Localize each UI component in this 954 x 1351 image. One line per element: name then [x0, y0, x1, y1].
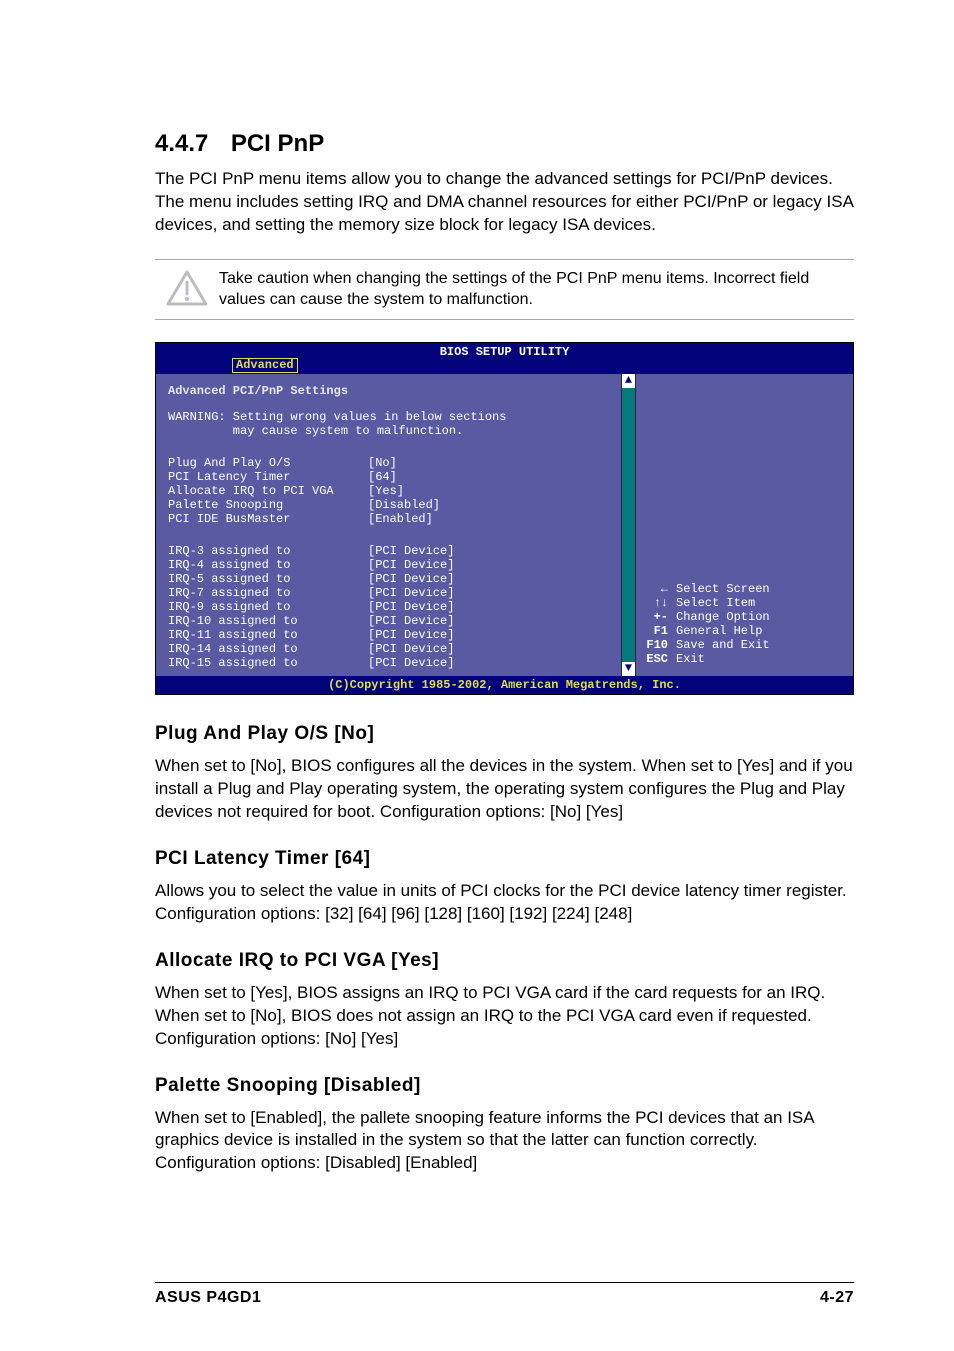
bios-warning-line1: WARNING: Setting wrong values in below s… [168, 410, 609, 424]
bios-setting-row[interactable]: IRQ-10 assigned to[PCI Device] [168, 614, 609, 628]
bios-setting-label: PCI IDE BusMaster [168, 512, 368, 526]
bios-setting-label: IRQ-4 assigned to [168, 558, 368, 572]
subsection-heading: PCI Latency Timer [64] [155, 848, 854, 870]
bios-setting-label: Plug And Play O/S [168, 456, 368, 470]
subsection-heading: Plug And Play O/S [No] [155, 723, 854, 745]
bios-help-row: F1General Help [642, 624, 847, 638]
bios-help-key: ← [642, 582, 676, 596]
bios-help-key: ESC [642, 652, 676, 666]
scroll-up-icon[interactable]: ▲ [622, 374, 635, 388]
bios-help-text: Select Screen [676, 582, 770, 596]
section-number: 4.4.7 [155, 130, 208, 158]
intro-paragraph: The PCI PnP menu items allow you to chan… [155, 168, 854, 237]
bios-setting-value[interactable]: [PCI Device] [368, 656, 454, 670]
section-title: PCI PnP [231, 130, 324, 158]
bios-help-row: F10Save and Exit [642, 638, 847, 652]
bios-setting-row[interactable]: IRQ-5 assigned to[PCI Device] [168, 572, 609, 586]
bios-setting-row[interactable]: IRQ-14 assigned to[PCI Device] [168, 642, 609, 656]
subsection-body: Allows you to select the value in units … [155, 880, 854, 926]
bios-help-key: ↑↓ [642, 596, 676, 610]
bios-setting-row[interactable]: IRQ-3 assigned to[PCI Device] [168, 544, 609, 558]
bios-help-text: Select Item [676, 596, 755, 610]
subsection-body: When set to [Yes], BIOS assigns an IRQ t… [155, 982, 854, 1051]
bios-setting-label: IRQ-5 assigned to [168, 572, 368, 586]
bios-help-key: F1 [642, 624, 676, 638]
bios-setting-value[interactable]: [64] [368, 470, 397, 484]
bios-scrollbar[interactable]: ▲ ▼ [621, 374, 635, 676]
bios-help-row: +-Change Option [642, 610, 847, 624]
bios-setting-value[interactable]: [PCI Device] [368, 600, 454, 614]
bios-setting-value[interactable]: [Disabled] [368, 498, 440, 512]
bios-setting-label: IRQ-14 assigned to [168, 642, 368, 656]
bios-setting-row[interactable]: PCI IDE BusMaster[Enabled] [168, 512, 609, 526]
bios-footer: (C)Copyright 1985-2002, American Megatre… [156, 676, 853, 694]
bios-setting-value[interactable]: [PCI Device] [368, 558, 454, 572]
bios-setting-value[interactable]: [PCI Device] [368, 628, 454, 642]
bios-help-text: Change Option [676, 610, 770, 624]
bios-setting-label: IRQ-7 assigned to [168, 586, 368, 600]
bios-setting-value[interactable]: [PCI Device] [368, 642, 454, 656]
bios-panel-heading: Advanced PCI/PnP Settings [168, 384, 609, 398]
bios-help-row: ESCExit [642, 652, 847, 666]
caution-text: Take caution when changing the settings … [219, 268, 854, 311]
scroll-thumb[interactable] [622, 388, 635, 662]
bios-setting-value[interactable]: [PCI Device] [368, 544, 454, 558]
bios-tab: Advanced [232, 358, 298, 373]
bios-setting-row[interactable]: Allocate IRQ to PCI VGA[Yes] [168, 484, 609, 498]
bios-help-row: ←Select Screen [642, 582, 847, 596]
bios-help-key: +- [642, 610, 676, 624]
warning-icon [155, 270, 219, 308]
bios-header: BIOS SETUP UTILITY Advanced [156, 343, 853, 374]
bios-setting-label: IRQ-11 assigned to [168, 628, 368, 642]
subsection-heading: Palette Snooping [Disabled] [155, 1075, 854, 1097]
bios-help-text: Save and Exit [676, 638, 770, 652]
bios-setting-value[interactable]: [PCI Device] [368, 572, 454, 586]
scroll-down-icon[interactable]: ▼ [622, 662, 635, 676]
bios-help-panel: ←Select Screen↑↓Select Item+-Change Opti… [635, 374, 853, 676]
bios-help-row: ↑↓Select Item [642, 596, 847, 610]
footer-left: ASUS P4GD1 [155, 1289, 261, 1307]
bios-setting-label: PCI Latency Timer [168, 470, 368, 484]
bios-setting-value[interactable]: [PCI Device] [368, 614, 454, 628]
bios-settings-block-2: IRQ-3 assigned to[PCI Device]IRQ-4 assig… [168, 544, 609, 670]
bios-setting-label: Palette Snooping [168, 498, 368, 512]
section-header: 4.4.7 PCI PnP [155, 130, 854, 158]
bios-setting-row[interactable]: Plug And Play O/S[No] [168, 456, 609, 470]
bios-help-text: Exit [676, 652, 705, 666]
bios-setting-row[interactable]: IRQ-9 assigned to[PCI Device] [168, 600, 609, 614]
bios-setting-label: IRQ-9 assigned to [168, 600, 368, 614]
bios-setting-row[interactable]: IRQ-7 assigned to[PCI Device] [168, 586, 609, 600]
bios-setting-label: IRQ-3 assigned to [168, 544, 368, 558]
bios-help-text: General Help [676, 624, 762, 638]
bios-setting-row[interactable]: PCI Latency Timer[64] [168, 470, 609, 484]
bios-screenshot: BIOS SETUP UTILITY Advanced Advanced PCI… [155, 342, 854, 695]
bios-setting-value[interactable]: [Yes] [368, 484, 404, 498]
bios-setting-label: IRQ-15 assigned to [168, 656, 368, 670]
subsection-body: When set to [No], BIOS configures all th… [155, 755, 854, 824]
bios-setting-row[interactable]: Palette Snooping[Disabled] [168, 498, 609, 512]
subsection-body: When set to [Enabled], the pallete snoop… [155, 1107, 854, 1176]
bios-warning-line2: may cause system to malfunction. [168, 424, 609, 438]
bios-left-panel: Advanced PCI/PnP Settings WARNING: Setti… [156, 374, 621, 676]
bios-setting-row[interactable]: IRQ-15 assigned to[PCI Device] [168, 656, 609, 670]
bios-setting-value[interactable]: [No] [368, 456, 397, 470]
bios-setting-value[interactable]: [PCI Device] [368, 586, 454, 600]
bios-help-key: F10 [642, 638, 676, 652]
subsection-heading: Allocate IRQ to PCI VGA [Yes] [155, 950, 854, 972]
bios-setting-row[interactable]: IRQ-11 assigned to[PCI Device] [168, 628, 609, 642]
footer-right: 4-27 [820, 1289, 854, 1307]
bios-setting-value[interactable]: [Enabled] [368, 512, 433, 526]
bios-setting-row[interactable]: IRQ-4 assigned to[PCI Device] [168, 558, 609, 572]
bios-title: BIOS SETUP UTILITY [440, 345, 570, 359]
page-footer: ASUS P4GD1 4-27 [155, 1282, 854, 1307]
bios-settings-block-1: Plug And Play O/S[No]PCI Latency Timer[6… [168, 456, 609, 526]
caution-block: Take caution when changing the settings … [155, 259, 854, 320]
bios-setting-label: Allocate IRQ to PCI VGA [168, 484, 368, 498]
bios-setting-label: IRQ-10 assigned to [168, 614, 368, 628]
